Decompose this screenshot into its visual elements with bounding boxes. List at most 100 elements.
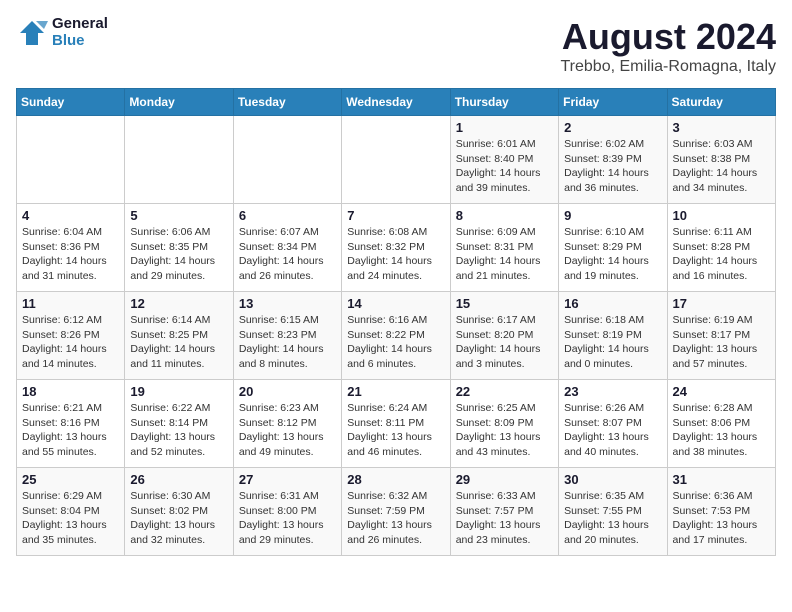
day-info: Sunrise: 6:30 AM Sunset: 8:02 PM Dayligh…: [130, 489, 227, 548]
day-info: Sunrise: 6:19 AM Sunset: 8:17 PM Dayligh…: [673, 313, 770, 372]
calendar-cell: 24 Sunrise: 6:28 AM Sunset: 8:06 PM Dayli…: [667, 380, 775, 468]
day-info: Sunrise: 6:21 AM Sunset: 8:16 PM Dayligh…: [22, 401, 119, 460]
day-number: 25: [22, 472, 119, 487]
day-info: Sunrise: 6:31 AM Sunset: 8:00 PM Dayligh…: [239, 489, 336, 548]
day-info: Sunrise: 6:35 AM Sunset: 7:55 PM Dayligh…: [564, 489, 661, 548]
day-number: 27: [239, 472, 336, 487]
day-number: 23: [564, 384, 661, 399]
day-info: Sunrise: 6:36 AM Sunset: 7:53 PM Dayligh…: [673, 489, 770, 548]
day-info: Sunrise: 6:28 AM Sunset: 8:06 PM Dayligh…: [673, 401, 770, 460]
day-number: 10: [673, 208, 770, 223]
calendar-week-5: 25 Sunrise: 6:29 AM Sunset: 8:04 PM Dayli…: [17, 468, 776, 556]
calendar-cell: 19Sunrise: 6:22 AM Sunset: 8:14 PM Dayli…: [125, 380, 233, 468]
subtitle: Trebbo, Emilia-Romagna, Italy: [561, 58, 777, 76]
day-info: Sunrise: 6:08 AM Sunset: 8:32 PM Dayligh…: [347, 225, 444, 284]
day-info: Sunrise: 6:22 AM Sunset: 8:14 PM Dayligh…: [130, 401, 227, 460]
calendar-cell: 2 Sunrise: 6:02 AM Sunset: 8:39 PM Daylig…: [559, 116, 667, 204]
page-header: General Blue August 2024 Trebbo, Emilia-…: [16, 16, 776, 76]
day-number: 3: [673, 120, 770, 135]
logo: General Blue: [16, 16, 108, 49]
day-info: Sunrise: 6:11 AM Sunset: 8:28 PM Dayligh…: [673, 225, 770, 284]
calendar-cell: 15 Sunrise: 6:17 AM Sunset: 8:20 PM Dayli…: [450, 292, 558, 380]
calendar-body: 1 Sunrise: 6:01 AM Sunset: 8:40 PM Daylig…: [17, 116, 776, 556]
calendar-cell: 12 Sunrise: 6:14 AM Sunset: 8:25 PM Dayli…: [125, 292, 233, 380]
day-number: 17: [673, 296, 770, 311]
day-info: Sunrise: 6:02 AM Sunset: 8:39 PM Dayligh…: [564, 137, 661, 196]
calendar-week-1: 1 Sunrise: 6:01 AM Sunset: 8:40 PM Daylig…: [17, 116, 776, 204]
day-info: Sunrise: 6:14 AM Sunset: 8:25 PM Dayligh…: [130, 313, 227, 372]
calendar-cell: 18 Sunrise: 6:21 AM Sunset: 8:16 PM Dayli…: [17, 380, 125, 468]
day-info: Sunrise: 6:06 AM Sunset: 8:35 PM Dayligh…: [130, 225, 227, 284]
day-info: Sunrise: 6:12 AM Sunset: 8:26 PM Dayligh…: [22, 313, 119, 372]
calendar-cell: 4Sunrise: 6:04 AM Sunset: 8:36 PM Daylig…: [17, 204, 125, 292]
day-info: Sunrise: 6:07 AM Sunset: 8:34 PM Dayligh…: [239, 225, 336, 284]
calendar-cell: 9 Sunrise: 6:10 AM Sunset: 8:29 PM Daylig…: [559, 204, 667, 292]
calendar-cell: 30Sunrise: 6:35 AM Sunset: 7:55 PM Dayli…: [559, 468, 667, 556]
day-info: Sunrise: 6:23 AM Sunset: 8:12 PM Dayligh…: [239, 401, 336, 460]
column-header-monday: Monday: [125, 89, 233, 116]
day-info: Sunrise: 6:09 AM Sunset: 8:31 PM Dayligh…: [456, 225, 553, 284]
calendar-header: SundayMondayTuesdayWednesdayThursdayFrid…: [17, 89, 776, 116]
title-section: August 2024 Trebbo, Emilia-Romagna, Ital…: [561, 16, 777, 76]
day-number: 12: [130, 296, 227, 311]
day-number: 8: [456, 208, 553, 223]
calendar-cell: [17, 116, 125, 204]
day-number: 5: [130, 208, 227, 223]
logo-line1: General: [52, 16, 108, 33]
day-number: 18: [22, 384, 119, 399]
calendar-cell: 29Sunrise: 6:33 AM Sunset: 7:57 PM Dayli…: [450, 468, 558, 556]
day-number: 22: [456, 384, 553, 399]
day-number: 26: [130, 472, 227, 487]
column-header-sunday: Sunday: [17, 89, 125, 116]
calendar-cell: 21Sunrise: 6:24 AM Sunset: 8:11 PM Dayli…: [342, 380, 450, 468]
day-number: 15: [456, 296, 553, 311]
calendar-week-2: 4Sunrise: 6:04 AM Sunset: 8:36 PM Daylig…: [17, 204, 776, 292]
calendar-cell: 8 Sunrise: 6:09 AM Sunset: 8:31 PM Daylig…: [450, 204, 558, 292]
day-info: Sunrise: 6:17 AM Sunset: 8:20 PM Dayligh…: [456, 313, 553, 372]
day-info: Sunrise: 6:29 AM Sunset: 8:04 PM Dayligh…: [22, 489, 119, 548]
day-number: 13: [239, 296, 336, 311]
calendar-cell: 23Sunrise: 6:26 AM Sunset: 8:07 PM Dayli…: [559, 380, 667, 468]
day-number: 14: [347, 296, 444, 311]
column-header-friday: Friday: [559, 89, 667, 116]
calendar-cell: [125, 116, 233, 204]
day-number: 21: [347, 384, 444, 399]
day-number: 7: [347, 208, 444, 223]
day-number: 11: [22, 296, 119, 311]
calendar-cell: 20 Sunrise: 6:23 AM Sunset: 8:12 PM Dayli…: [233, 380, 341, 468]
calendar-week-3: 11 Sunrise: 6:12 AM Sunset: 8:26 PM Dayli…: [17, 292, 776, 380]
day-number: 2: [564, 120, 661, 135]
day-number: 16: [564, 296, 661, 311]
calendar-cell: 1 Sunrise: 6:01 AM Sunset: 8:40 PM Daylig…: [450, 116, 558, 204]
logo-line2: Blue: [52, 33, 108, 50]
calendar-cell: 27 Sunrise: 6:31 AM Sunset: 8:00 PM Dayli…: [233, 468, 341, 556]
day-number: 6: [239, 208, 336, 223]
day-number: 1: [456, 120, 553, 135]
calendar-cell: 22 Sunrise: 6:25 AM Sunset: 8:09 PM Dayli…: [450, 380, 558, 468]
day-number: 28: [347, 472, 444, 487]
day-info: Sunrise: 6:18 AM Sunset: 8:19 PM Dayligh…: [564, 313, 661, 372]
day-info: Sunrise: 6:15 AM Sunset: 8:23 PM Dayligh…: [239, 313, 336, 372]
calendar-week-4: 18 Sunrise: 6:21 AM Sunset: 8:16 PM Dayli…: [17, 380, 776, 468]
column-header-thursday: Thursday: [450, 89, 558, 116]
day-number: 4: [22, 208, 119, 223]
day-info: Sunrise: 6:03 AM Sunset: 8:38 PM Dayligh…: [673, 137, 770, 196]
day-info: Sunrise: 6:25 AM Sunset: 8:09 PM Dayligh…: [456, 401, 553, 460]
day-number: 20: [239, 384, 336, 399]
column-header-tuesday: Tuesday: [233, 89, 341, 116]
calendar-cell: 14Sunrise: 6:16 AM Sunset: 8:22 PM Dayli…: [342, 292, 450, 380]
day-info: Sunrise: 6:01 AM Sunset: 8:40 PM Dayligh…: [456, 137, 553, 196]
calendar-table: SundayMondayTuesdayWednesdayThursdayFrid…: [16, 88, 776, 556]
calendar-cell: [342, 116, 450, 204]
calendar-cell: 11 Sunrise: 6:12 AM Sunset: 8:26 PM Dayli…: [17, 292, 125, 380]
day-info: Sunrise: 6:33 AM Sunset: 7:57 PM Dayligh…: [456, 489, 553, 548]
calendar-cell: [233, 116, 341, 204]
calendar-cell: 10 Sunrise: 6:11 AM Sunset: 8:28 PM Dayli…: [667, 204, 775, 292]
day-number: 9: [564, 208, 661, 223]
day-number: 24: [673, 384, 770, 399]
calendar-cell: 25 Sunrise: 6:29 AM Sunset: 8:04 PM Dayli…: [17, 468, 125, 556]
calendar-cell: 6 Sunrise: 6:07 AM Sunset: 8:34 PM Daylig…: [233, 204, 341, 292]
main-title: August 2024: [561, 16, 777, 58]
day-info: Sunrise: 6:10 AM Sunset: 8:29 PM Dayligh…: [564, 225, 661, 284]
calendar-cell: 17 Sunrise: 6:19 AM Sunset: 8:17 PM Dayli…: [667, 292, 775, 380]
